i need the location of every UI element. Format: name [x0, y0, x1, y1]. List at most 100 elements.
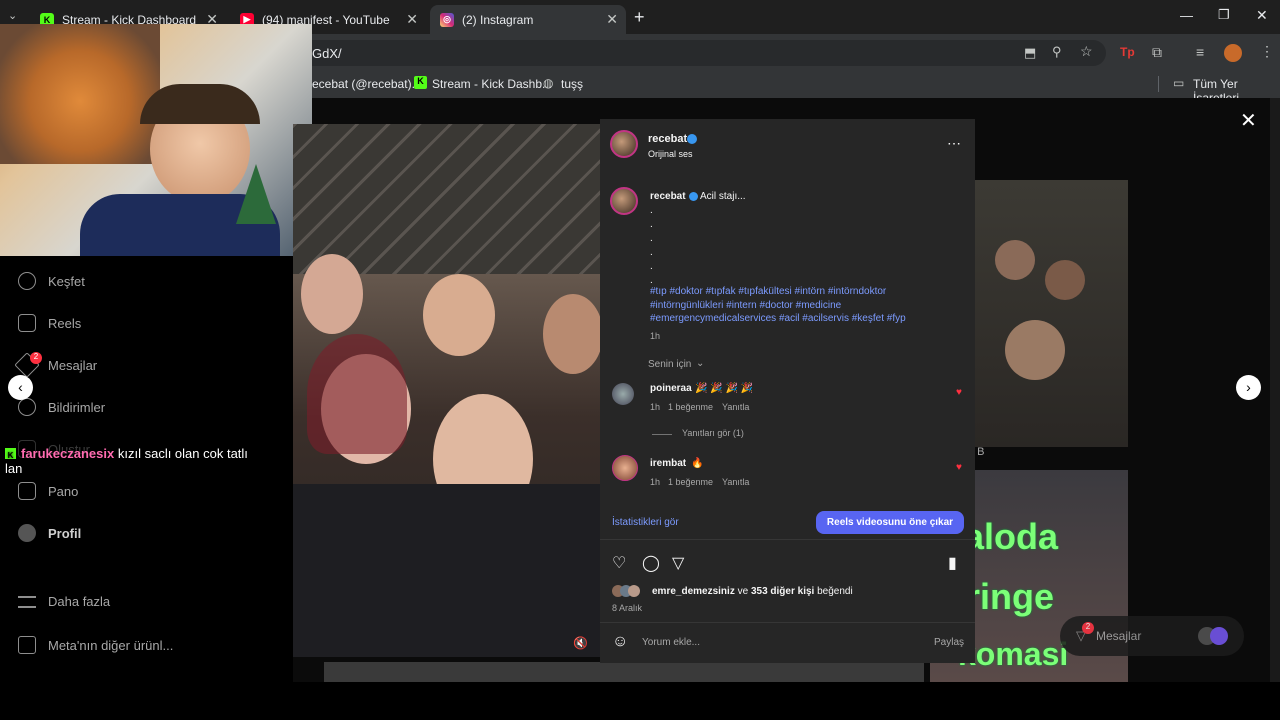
reply-button[interactable]: Yanıtla — [722, 402, 749, 412]
save-icon[interactable]: ▮ — [948, 553, 957, 573]
view-replies-button[interactable]: Yanıtları gör (1) — [682, 428, 744, 438]
liker-avatar — [628, 585, 640, 597]
emoji-icon[interactable]: ☺ — [612, 633, 628, 651]
comment-text: 🎉 🎉 🎉 🎉 — [695, 383, 754, 394]
author-avatar[interactable] — [610, 130, 638, 158]
comment-sort[interactable]: Senin için — [648, 359, 691, 370]
next-arrow-icon[interactable]: › — [1236, 375, 1261, 400]
sidebar-item-dashboard[interactable]: Pano — [18, 482, 78, 500]
liked-by-text: emre_demezsiniz ve 353 diğer kişi beğend… — [652, 586, 853, 597]
caption-dot: . — [650, 261, 653, 272]
share-icon[interactable]: ▽ — [672, 553, 684, 573]
profile-avatar[interactable] — [1224, 44, 1242, 62]
like-icon[interactable]: ♡ — [612, 553, 626, 573]
author-avatar[interactable] — [610, 187, 638, 215]
sidebar-item-label: Bildirimler — [48, 399, 106, 415]
sidebar-item-profile[interactable]: Profil — [18, 524, 81, 542]
divider — [652, 434, 672, 435]
bookmark-item[interactable]: Stream - Kick Dashb... — [432, 77, 552, 91]
tab-search-icon[interactable]: ⌄ — [8, 9, 26, 25]
caption-hashtags[interactable]: #tıp #doktor #tıpfak #tıpfakültesi #intö… — [650, 285, 930, 326]
caption-dot: . — [650, 219, 653, 230]
boost-reel-button[interactable]: Reels videosunu öne çıkar — [816, 511, 964, 534]
liked-heart-icon[interactable]: ♥ — [956, 387, 962, 398]
close-icon[interactable]: ✕ — [606, 11, 618, 28]
divider — [1158, 76, 1159, 92]
post-comment-button[interactable]: Paylaş — [934, 637, 964, 648]
media-icon[interactable]: ≡ — [1196, 44, 1204, 60]
mute-icon[interactable]: 🔇 — [573, 636, 588, 650]
minimize-icon[interactable]: — — [1180, 8, 1193, 23]
address-bar[interactable]: GdX/ ⬒ ⚲ ☆ — [300, 40, 1106, 66]
zoom-icon[interactable]: ⚲ — [1052, 44, 1062, 60]
comment-icon[interactable]: ◯ — [642, 553, 660, 573]
caption-author[interactable]: recebat — [650, 191, 686, 202]
audio-label[interactable]: Orijinal ses — [648, 149, 693, 159]
person-hair — [307, 334, 407, 454]
next-reel-preview[interactable] — [975, 180, 1128, 447]
comment-user[interactable]: poineraa — [650, 383, 692, 394]
liker-name[interactable]: emre_demezsiniz — [652, 586, 735, 597]
menu-icon[interactable]: ⋮ — [1260, 43, 1274, 60]
bookmark-item[interactable]: tuşş — [561, 77, 583, 91]
comment-likes[interactable]: 1 beğenme — [668, 477, 713, 487]
more-options-icon[interactable]: ⋯ — [947, 135, 961, 152]
bookmark-star-icon[interactable]: ☆ — [1080, 43, 1093, 60]
globe-icon: ◍ — [543, 76, 554, 90]
likes-count[interactable]: 353 diğer kişi — [751, 586, 814, 597]
sidebar-item-label: Daha fazla — [48, 594, 111, 609]
author-name[interactable]: recebat — [648, 133, 687, 145]
liked-by-connector: ve — [737, 586, 749, 597]
extensions-icon[interactable]: ⧉ — [1152, 44, 1162, 61]
extension-tp-icon[interactable]: Tp — [1120, 45, 1135, 59]
cat-poster — [0, 24, 160, 164]
messages-label: Mesajlar — [1096, 629, 1142, 643]
comment-time: 1h — [650, 402, 661, 412]
sidebar-item-meta[interactable]: Meta'nın diğer ürünl... — [18, 636, 173, 654]
sidebar-item-notifications[interactable]: Bildirimler — [18, 398, 105, 416]
liked-by-suffix: beğendi — [817, 586, 853, 597]
comment-input[interactable]: Yorum ekle... — [642, 637, 700, 648]
new-tab-icon[interactable]: + — [634, 7, 645, 28]
close-icon[interactable]: ✕ — [406, 11, 418, 28]
liked-heart-icon[interactable]: ♥ — [956, 462, 962, 473]
sidebar-item-more[interactable]: Daha fazla — [18, 594, 110, 609]
comment-likes[interactable]: 1 beğenme — [668, 402, 713, 412]
scrollbar[interactable] — [1270, 98, 1280, 682]
tab-instagram[interactable]: ◎ (2) Instagram ✕ — [430, 5, 626, 34]
webcam-overlay — [0, 24, 312, 256]
sidebar-item-label: Profil — [48, 525, 82, 541]
person-face — [423, 274, 495, 356]
close-modal-icon[interactable]: ✕ — [1240, 108, 1257, 133]
avatar — [1210, 627, 1228, 645]
restore-icon[interactable]: ❐ — [1218, 7, 1230, 23]
comment-user[interactable]: irembat — [650, 458, 686, 469]
preview-face — [1005, 320, 1065, 380]
reels-icon — [18, 314, 36, 332]
sidebar-item-explore[interactable]: Keşfet — [18, 272, 85, 290]
reel-video[interactable]: 🔇 — [293, 124, 600, 657]
previous-arrow-icon[interactable]: ‹ — [8, 375, 33, 400]
heart-icon — [18, 398, 36, 416]
streamer-hair — [140, 84, 260, 124]
caption-title: Acil stajı... — [700, 191, 746, 202]
install-icon[interactable]: ⬒ — [1024, 45, 1036, 61]
stream-chat-message: Kfarukeczanesix kızıl saclı olan cok tat… — [5, 446, 295, 476]
messages-badge: 2 — [30, 352, 42, 364]
messages-pill[interactable]: ▽ 2 Mesajlar — [1060, 616, 1244, 656]
folder-icon: ▭ — [1173, 76, 1185, 90]
sidebar-item-reels[interactable]: Reels — [18, 314, 81, 332]
tab-title: (2) Instagram — [462, 12, 534, 27]
chevron-down-icon[interactable]: ⌄ — [696, 358, 704, 369]
verified-icon — [687, 134, 697, 144]
grid-strip — [324, 662, 924, 682]
window-close-icon[interactable]: ✕ — [1256, 7, 1268, 24]
view-insights-link[interactable]: İstatistikleri gör — [612, 517, 679, 528]
bookmark-item[interactable]: ecebat (@recebat)... — [312, 77, 422, 91]
reply-button[interactable]: Yanıtla — [722, 477, 749, 487]
commenter-avatar[interactable] — [612, 455, 638, 481]
divider — [600, 622, 975, 623]
commenter-avatar[interactable] — [612, 383, 634, 405]
caption-dot: . — [650, 233, 653, 244]
caption-time: 1h — [650, 331, 661, 341]
